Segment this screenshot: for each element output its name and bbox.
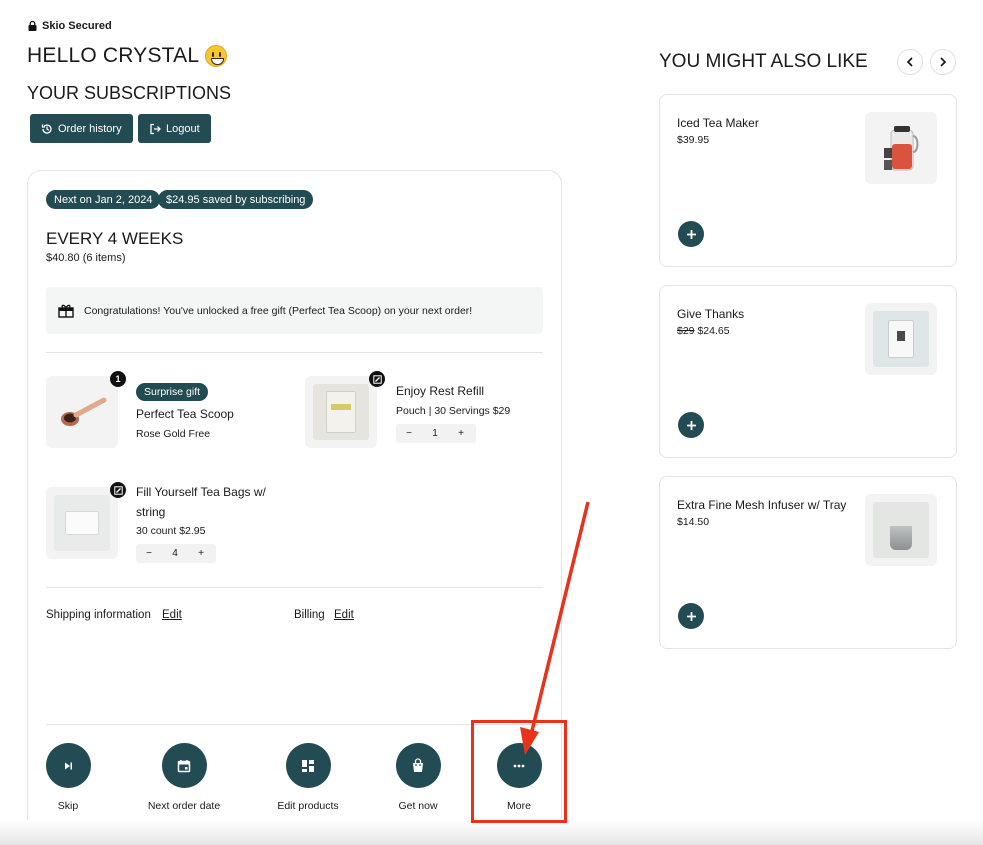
annotation-highlight-box [471, 720, 567, 823]
annotation-arrow-icon [520, 501, 590, 755]
